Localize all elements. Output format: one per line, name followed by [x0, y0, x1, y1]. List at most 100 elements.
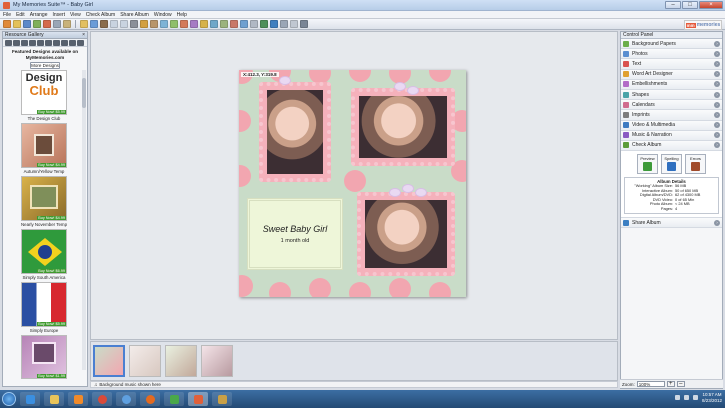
monitor-icon[interactable]: [270, 20, 278, 28]
volume-icon[interactable]: [692, 395, 698, 400]
text-tool-icon[interactable]: [140, 20, 148, 28]
photo-frame-1[interactable]: [259, 82, 331, 182]
menu-arrange[interactable]: Arrange: [30, 12, 48, 18]
chevron-down-icon[interactable]: ›: [714, 71, 720, 78]
control-panel-item-embellishments[interactable]: Embellishments ›: [621, 79, 722, 90]
group-icon[interactable]: [220, 20, 228, 28]
close-button[interactable]: ×: [699, 1, 723, 9]
gallery-item[interactable]: Buy Now! $4.99: [21, 176, 67, 221]
gallery-item[interactable]: Buy Now! $4.99: [21, 123, 67, 168]
buy-now-badge[interactable]: Buy Now! $1.99: [37, 374, 66, 378]
control-panel-item-music-narration[interactable]: Music & Narration ›: [621, 130, 722, 141]
photo-frame-2[interactable]: [351, 88, 455, 166]
undo-icon[interactable]: [110, 20, 118, 28]
control-panel-item-imprints[interactable]: Imprints ›: [621, 110, 722, 121]
open-icon[interactable]: [13, 20, 21, 28]
camera-icon[interactable]: [130, 20, 138, 28]
align-icon[interactable]: [210, 20, 218, 28]
chevron-down-icon[interactable]: ›: [714, 132, 720, 139]
control-panel-item-photos[interactable]: Photos ›: [621, 49, 722, 60]
zoom-out-button[interactable]: –: [676, 381, 685, 387]
more-designs-button[interactable]: More Designs: [30, 62, 60, 69]
menu-help[interactable]: Help: [177, 12, 187, 18]
chevron-down-icon[interactable]: ›: [714, 91, 720, 98]
layer-icon[interactable]: [230, 20, 238, 28]
taskbar-chrome[interactable]: [92, 392, 112, 406]
chevron-down-icon[interactable]: ›: [714, 40, 720, 47]
flower-embellishment[interactable]: [407, 86, 419, 95]
zoom-icon[interactable]: [250, 20, 258, 28]
taskbar-media[interactable]: [68, 392, 88, 406]
tray-icon[interactable]: [674, 395, 680, 400]
flower-embellishment[interactable]: [402, 184, 414, 193]
taskbar-mymemories[interactable]: [188, 392, 208, 406]
clock[interactable]: 10:57 AM 8/23/2012: [702, 392, 722, 403]
buy-now-badge[interactable]: Buy Now! $5.99: [37, 322, 66, 326]
menu-window[interactable]: Window: [154, 12, 172, 18]
buy-now-badge[interactable]: Buy Now! $5.99: [37, 110, 66, 114]
gallery-scroll-thumb[interactable]: [82, 78, 86, 108]
zoom-select[interactable]: 100%: [636, 381, 665, 387]
flower-embellishment[interactable]: [394, 82, 406, 91]
menu-view[interactable]: View: [70, 12, 81, 18]
gallery-scrollbar[interactable]: [82, 70, 86, 370]
page-thumbnail-1[interactable]: [93, 345, 125, 377]
control-panel-item-text[interactable]: Text ›: [621, 59, 722, 70]
gallery-frame-icon[interactable]: [37, 40, 44, 46]
zoom-in-button[interactable]: +: [666, 381, 675, 387]
home-icon[interactable]: [5, 40, 12, 46]
start-button[interactable]: [2, 392, 16, 406]
caption-title[interactable]: Sweet Baby Girl: [263, 224, 328, 234]
control-panel-item-word-art-designer[interactable]: Word Art Designer ›: [621, 69, 722, 80]
gallery-shape-icon[interactable]: [61, 40, 68, 46]
back-icon[interactable]: [13, 40, 20, 46]
control-panel-item-check-album[interactable]: Check Album ›: [621, 140, 722, 152]
new-icon[interactable]: [3, 20, 11, 28]
menu-edit[interactable]: Edit: [16, 12, 25, 18]
background-music-bar[interactable]: ♫ Background music shown here: [90, 381, 618, 388]
baby-photo-2[interactable]: [359, 96, 447, 158]
control-panel-item-calendars[interactable]: Calendars ›: [621, 100, 722, 111]
embellish-icon[interactable]: [160, 20, 168, 28]
shape-icon[interactable]: [170, 20, 178, 28]
chevron-down-icon[interactable]: ›: [714, 81, 720, 88]
gallery-text-icon[interactable]: [45, 40, 52, 46]
chevron-down-icon[interactable]: ›: [714, 122, 720, 129]
photo-frame-3[interactable]: [357, 192, 455, 276]
control-panel-item-share-album[interactable]: Share Album ›: [621, 218, 722, 229]
buy-now-badge[interactable]: Buy Now! $4.99: [37, 163, 66, 167]
baby-photo-3[interactable]: [365, 200, 447, 268]
page-thumbnail-2[interactable]: [129, 345, 161, 377]
frame-icon[interactable]: [100, 20, 108, 28]
share-icon[interactable]: [260, 20, 268, 28]
spelling-button[interactable]: Spelling: [661, 154, 682, 175]
menu-check-album[interactable]: Check Album: [86, 12, 115, 18]
brush-icon[interactable]: [200, 20, 208, 28]
bow-embellishment[interactable]: [279, 76, 291, 85]
chevron-down-icon[interactable]: ›: [714, 219, 720, 226]
word-art-icon[interactable]: [150, 20, 158, 28]
control-panel-item-shapes[interactable]: Shapes ›: [621, 89, 722, 101]
cut-icon[interactable]: [43, 20, 51, 28]
control-panel-item-background-papers[interactable]: Background Papers ›: [621, 39, 722, 50]
gallery-video-icon[interactable]: [77, 40, 84, 46]
page-thumbnail-3[interactable]: [165, 345, 197, 377]
taskbar-app-green[interactable]: [164, 392, 184, 406]
taskbar-paint[interactable]: [212, 392, 232, 406]
maximize-button[interactable]: □: [682, 1, 698, 9]
menu-insert[interactable]: Insert: [52, 12, 65, 18]
gallery-item[interactable]: Buy Now! $5.99: [21, 282, 67, 327]
copy-icon[interactable]: [53, 20, 61, 28]
chevron-down-icon[interactable]: ›: [714, 50, 720, 57]
paste-icon[interactable]: [63, 20, 71, 28]
gallery-close-icon[interactable]: ×: [82, 32, 85, 38]
grid-icon[interactable]: [240, 20, 248, 28]
gallery-music-icon[interactable]: [69, 40, 76, 46]
page-thumbnail-4[interactable]: [201, 345, 233, 377]
flower-embellishment[interactable]: [389, 188, 401, 197]
preview-button[interactable]: Preview: [637, 154, 658, 175]
gallery-item[interactable]: Design Club Buy Now! $5.99: [21, 70, 67, 115]
save-icon[interactable]: [23, 20, 31, 28]
taskbar-ie[interactable]: [20, 392, 40, 406]
forward-icon[interactable]: [21, 40, 28, 46]
